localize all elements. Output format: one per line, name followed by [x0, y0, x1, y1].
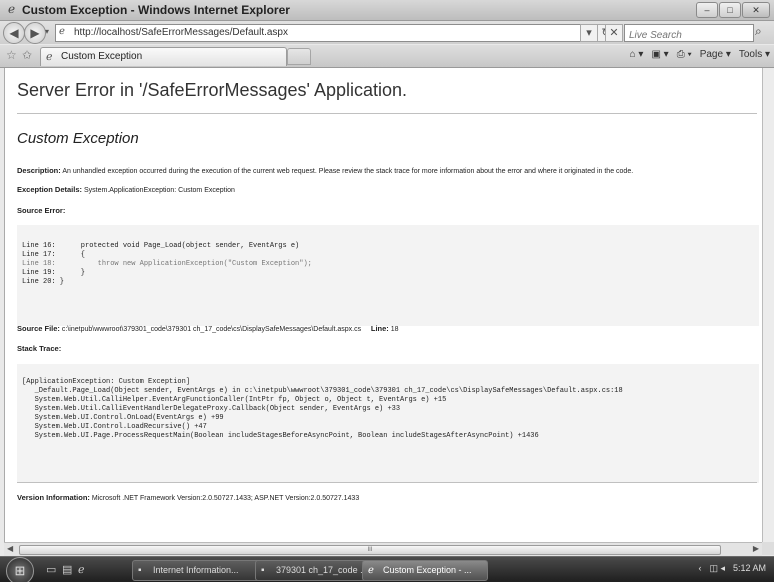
task-label: 379301 ch_17_code ... — [276, 565, 368, 575]
source-file-line: Source File: c:\inetpub\wwwroot\379301_c… — [17, 324, 399, 333]
stack-line: System.Web.Util.CalliEventHandlerDelegat… — [22, 405, 401, 413]
source-line: Line 19: } — [22, 269, 86, 277]
title-bar[interactable]: ℯ Custom Exception - Windows Internet Ex… — [0, 0, 774, 21]
scroll-corner — [762, 542, 774, 555]
search-box[interactable] — [624, 24, 754, 44]
source-line: Line 17: { — [22, 251, 86, 259]
vertical-scrollbar[interactable] — [762, 68, 774, 542]
exception-details-label: Exception Details: — [17, 185, 83, 194]
version-line: Version Information: Microsoft .NET Fram… — [17, 493, 359, 502]
source-line: Line 20: } — [22, 278, 65, 286]
folder-icon: ▪ — [261, 565, 265, 576]
stack-line: System.Web.UI.Page.ProcessRequestMain(Bo… — [22, 432, 539, 440]
network-volume-icon[interactable]: ◫ ◂ — [709, 563, 725, 574]
start-button[interactable]: ⊞ — [6, 557, 34, 582]
stack-trace-heading: Stack Trace: — [17, 344, 61, 353]
stack-line: System.Web.UI.Control.LoadRecursive() +4… — [22, 423, 207, 431]
minimize-button[interactable]: – — [696, 2, 718, 18]
taskbar: ⊞ ▭ ▤ ℯ ▪ Internet Information... ▪ 3793… — [0, 556, 774, 582]
address-field[interactable]: ℯ http://localhost/SafeErrorMessages/Def… — [55, 24, 581, 42]
recent-pages-dropdown-icon[interactable]: ▾ — [45, 27, 49, 36]
address-toolbar: ◀ ▶ ▾ ℯ http://localhost/SafeErrorMessag… — [0, 21, 774, 44]
page-content: Server Error in '/SafeErrorMessages' App… — [4, 68, 763, 542]
tools-menu[interactable]: Tools ▾ — [739, 49, 770, 60]
stack-line: _Default.Page_Load(Object sender, EventA… — [22, 387, 623, 395]
exception-title: Custom Exception — [17, 130, 139, 147]
new-tab-button[interactable] — [287, 48, 311, 65]
server-error-title: Server Error in '/SafeErrorMessages' App… — [17, 80, 408, 100]
ie-logo-icon: ℯ — [7, 2, 16, 16]
close-button[interactable]: ✕ — [742, 2, 770, 18]
task-label: Custom Exception - ... — [383, 565, 472, 575]
horizontal-scrollbar[interactable]: ◀ III ▶ — [4, 542, 762, 556]
stack-trace-block: [ApplicationException: Custom Exception]… — [17, 364, 759, 483]
tab-custom-exception[interactable]: ℯ Custom Exception — [40, 47, 287, 66]
exception-details-text: System.ApplicationException: Custom Exce… — [83, 187, 235, 194]
version-text: Microsoft .NET Framework Version:2.0.507… — [91, 495, 360, 502]
search-input[interactable] — [625, 27, 745, 44]
iis-icon: ▪ — [138, 565, 142, 576]
stack-line: [ApplicationException: Custom Exception] — [22, 378, 191, 386]
version-divider — [17, 482, 757, 483]
task-custom-exception[interactable]: ℯ Custom Exception - ... — [362, 560, 488, 581]
scroll-right-icon[interactable]: ▶ — [753, 544, 759, 553]
search-icon[interactable]: ⌕ — [755, 24, 762, 39]
line-label: Line: — [370, 324, 389, 333]
stack-line: System.Web.UI.Control.OnLoad(EventArgs e… — [22, 414, 224, 422]
source-code-block: Line 16: protected void Page_Load(object… — [17, 225, 759, 326]
forward-button[interactable]: ▶ — [24, 22, 46, 44]
version-label: Version Information: — [17, 493, 90, 502]
source-line: Line 16: protected void Page_Load(object… — [22, 242, 300, 250]
feeds-icon[interactable]: ▣ ▾ — [651, 49, 668, 60]
scroll-thumb[interactable]: III — [19, 545, 721, 555]
tray-arrow-icon[interactable]: ‹ — [698, 563, 701, 574]
url-dropdown-icon[interactable]: ▾ — [580, 24, 598, 42]
print-icon[interactable]: ⎙ ▾ — [677, 49, 692, 60]
task-label: Internet Information... — [153, 565, 239, 575]
scroll-left-icon[interactable]: ◀ — [7, 544, 13, 553]
description-line: Description: An unhandled exception occu… — [17, 166, 633, 175]
switch-windows-icon[interactable]: ▤ — [62, 563, 72, 576]
command-bar: ⌂ ▾ ▣ ▾ ⎙ ▾ Page ▾ Tools ▾ — [630, 49, 770, 60]
source-file-label: Source File: — [17, 324, 60, 333]
home-icon[interactable]: ⌂ ▾ — [630, 49, 644, 60]
ie-quicklaunch-icon[interactable]: ℯ — [78, 563, 85, 576]
source-error-label: Source Error: — [17, 206, 66, 215]
stack-trace-label: Stack Trace: — [17, 344, 62, 353]
exception-details-line: Exception Details: System.ApplicationExc… — [17, 185, 235, 194]
maximize-button[interactable]: □ — [719, 2, 741, 18]
page-icon: ℯ — [59, 26, 65, 37]
back-button[interactable]: ◀ — [3, 22, 25, 44]
window-title: Custom Exception - Windows Internet Expl… — [22, 3, 290, 17]
add-favorites-icon[interactable]: ✩ — [22, 48, 32, 62]
window-controls: – □ ✕ — [695, 2, 770, 18]
title-divider — [17, 113, 757, 114]
description-label: Description: — [17, 166, 61, 175]
task-internet-information[interactable]: ▪ Internet Information... — [132, 560, 272, 581]
task-code-folder[interactable]: ▪ 379301 ch_17_code ... — [255, 560, 379, 581]
system-tray: ‹ ◫ ◂ 5:12 AM — [698, 563, 766, 574]
source-file-path: c:\inetpub\wwwroot\379301_code\379301 ch… — [61, 326, 362, 333]
source-line-error: Line 18: throw new ApplicationException(… — [22, 260, 312, 268]
line-number: 18 — [390, 326, 399, 333]
ie-task-icon: ℯ — [368, 565, 374, 576]
page-menu[interactable]: Page ▾ — [700, 49, 731, 60]
clock[interactable]: 5:12 AM — [733, 563, 766, 574]
description-text: An unhandled exception occurred during t… — [62, 168, 634, 175]
tab-page-icon: ℯ — [46, 51, 53, 63]
stop-icon[interactable]: ✕ — [605, 24, 623, 42]
tab-bar: ☆ ✩ ℯ Custom Exception ⌂ ▾ ▣ ▾ ⎙ ▾ Page … — [0, 45, 774, 68]
show-desktop-icon[interactable]: ▭ — [46, 563, 56, 576]
stack-line: System.Web.Util.CalliHelper.EventArgFunc… — [22, 396, 447, 404]
source-error-heading: Source Error: — [17, 206, 65, 215]
address-url[interactable]: http://localhost/SafeErrorMessages/Defau… — [74, 27, 288, 38]
favorites-star-icon[interactable]: ☆ — [6, 48, 17, 62]
browser-window: ℯ Custom Exception - Windows Internet Ex… — [0, 0, 774, 582]
tab-label: Custom Exception — [61, 51, 143, 62]
